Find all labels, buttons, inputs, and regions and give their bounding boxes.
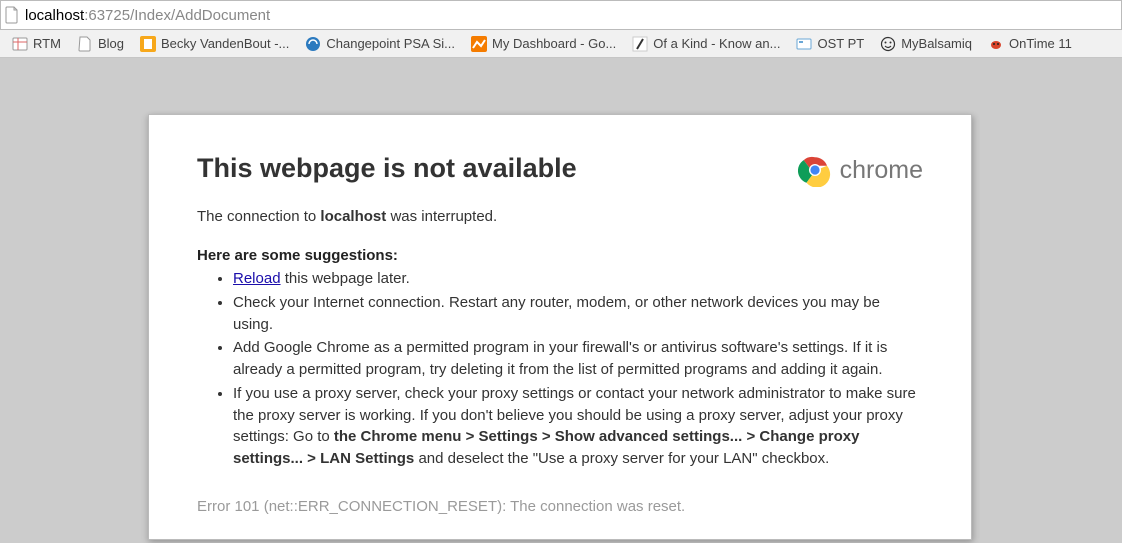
analytics-icon [471, 36, 487, 52]
bug-icon [988, 36, 1004, 52]
page-icon [77, 36, 93, 52]
bookmark-becky[interactable]: Becky VandenBout -... [134, 34, 295, 54]
bookmark-label: MyBalsamiq [901, 36, 972, 51]
bookmark-label: OnTime 11 [1009, 36, 1072, 51]
suggestion-item: Reload this webpage later. [233, 268, 923, 290]
bookmark-label: Becky VandenBout -... [161, 36, 289, 51]
url-input[interactable]: localhost:63725/Index/AddDocument [25, 7, 270, 24]
chrome-brand-text: chrome [840, 156, 923, 185]
page-title: This webpage is not available [197, 153, 577, 184]
bookmark-label: OST PT [817, 36, 864, 51]
connection-host: localhost [320, 208, 386, 225]
chrome-brand: chrome [798, 153, 923, 187]
url-host: localhost [25, 7, 84, 24]
slash-icon [632, 36, 648, 52]
reload-link[interactable]: Reload [233, 270, 281, 287]
connection-suffix: was interrupted. [386, 208, 497, 225]
chrome-logo-icon [798, 153, 832, 187]
bookmark-rtm[interactable]: RTM [6, 34, 67, 54]
bookmark-label: Changepoint PSA Si... [326, 36, 455, 51]
connection-message: The connection to localhost was interrup… [197, 208, 923, 225]
card-icon [796, 36, 812, 52]
orange-square-icon [140, 36, 156, 52]
bookmark-label: Blog [98, 36, 124, 51]
suggestion-text: and deselect the "Use a proxy server for… [414, 450, 829, 467]
bookmark-label: My Dashboard - Go... [492, 36, 616, 51]
bookmark-label: RTM [33, 36, 61, 51]
file-icon [5, 6, 19, 24]
bookmark-dashboard[interactable]: My Dashboard - Go... [465, 34, 622, 54]
bookmark-blog[interactable]: Blog [71, 34, 130, 54]
connection-prefix: The connection to [197, 208, 320, 225]
bookmarks-bar: RTM Blog Becky VandenBout -... Changepoi… [0, 30, 1122, 58]
bookmark-label: Of a Kind - Know an... [653, 36, 780, 51]
bookmark-changepoint[interactable]: Changepoint PSA Si... [299, 34, 461, 54]
suggestions-heading: Here are some suggestions: [197, 247, 923, 264]
bookmark-balsamiq[interactable]: MyBalsamiq [874, 34, 978, 54]
suggestion-item: Check your Internet connection. Restart … [233, 292, 923, 336]
error-card: This webpage is not available chrome The… [148, 114, 972, 540]
grid-icon [12, 36, 28, 52]
bookmark-ostpt[interactable]: OST PT [790, 34, 870, 54]
bookmark-ofakind[interactable]: Of a Kind - Know an... [626, 34, 786, 54]
suggestion-item: Add Google Chrome as a permitted program… [233, 337, 923, 381]
smiley-icon [880, 36, 896, 52]
suggestion-item: If you use a proxy server, check your pr… [233, 383, 923, 470]
url-path: :63725/Index/AddDocument [84, 7, 270, 24]
error-code: Error 101 (net::ERR_CONNECTION_RESET): T… [197, 498, 923, 515]
suggestions-list: Reload this webpage later. Check your In… [197, 268, 923, 470]
blue-circle-icon [305, 36, 321, 52]
bookmark-ontime[interactable]: OnTime 11 [982, 34, 1078, 54]
address-bar: localhost:63725/Index/AddDocument [0, 0, 1122, 30]
page-viewport: This webpage is not available chrome The… [0, 58, 1122, 540]
suggestion-text: this webpage later. [281, 270, 410, 287]
